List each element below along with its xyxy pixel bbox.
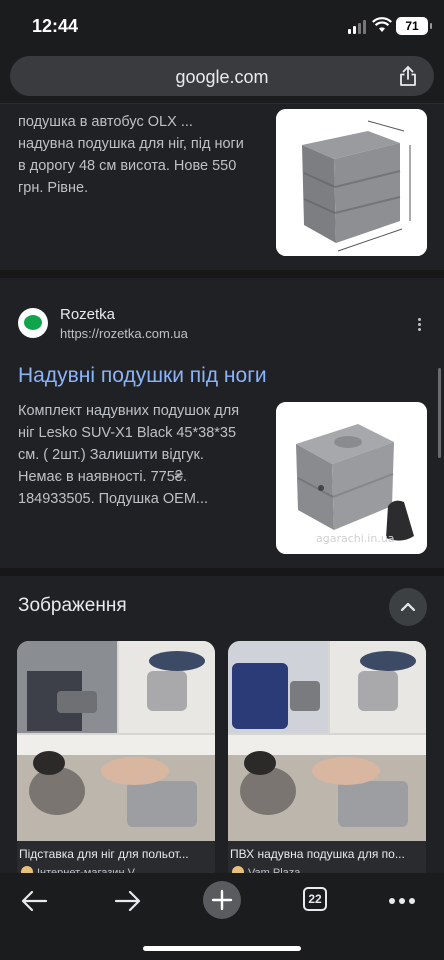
- chevron-up-icon: [400, 602, 416, 612]
- svg-text:agarachi.in.ua: agarachi.in.ua: [316, 532, 395, 545]
- search-result-olx[interactable]: подушка в автобус OLX ... надувна подушк…: [0, 105, 444, 270]
- result-source-url: https://rozetka.com.ua: [60, 326, 188, 341]
- status-bar: 12:44 71: [0, 0, 444, 52]
- clock: 12:44: [32, 16, 79, 36]
- images-section-title: Зображення: [18, 595, 127, 616]
- address-bar-container: google.com: [0, 52, 444, 104]
- address-bar[interactable]: google.com: [10, 56, 434, 96]
- divider: [0, 568, 444, 576]
- result-snippet: Комплект надувних подушок для ніг Lesko …: [18, 403, 240, 507]
- home-indicator[interactable]: [143, 946, 301, 951]
- image-result[interactable]: ПВХ надувна подушка для по... Vam Plaza: [228, 641, 426, 881]
- cellular-signal-icon: [348, 20, 366, 34]
- scroll-indicator[interactable]: [438, 368, 441, 458]
- share-icon[interactable]: [398, 65, 418, 87]
- collapse-button[interactable]: [389, 588, 427, 626]
- back-arrow-icon[interactable]: [20, 889, 48, 913]
- airplane-footrest-image: [228, 641, 426, 841]
- image-caption: Підставка для ніг для польот...: [19, 847, 189, 861]
- airplane-footrest-image: [17, 641, 215, 841]
- wifi-icon: [372, 17, 392, 32]
- battery-icon: 71: [396, 17, 432, 35]
- new-tab-button[interactable]: [203, 881, 241, 919]
- result-thumbnail[interactable]: agarachi.in.ua: [276, 402, 427, 554]
- forward-arrow-icon[interactable]: [114, 889, 142, 913]
- tab-switcher-button[interactable]: 22: [303, 887, 327, 911]
- divider: [0, 270, 444, 278]
- image-result[interactable]: Підставка для ніг для польот... Інтернет…: [17, 641, 215, 881]
- result-source-name: Rozetka: [60, 306, 116, 323]
- plus-icon: [211, 889, 233, 911]
- image-caption: ПВХ надувна подушка для по...: [230, 847, 405, 861]
- more-options-icon[interactable]: [418, 318, 422, 333]
- result-thumbnail[interactable]: [276, 109, 427, 256]
- result-snippet: подушка в автобус OLX ... надувна подушк…: [18, 114, 244, 196]
- footrest-pillow-image: agarachi.in.ua: [276, 402, 427, 554]
- rozetka-logo: [18, 308, 48, 338]
- footrest-pillow-image: [276, 109, 427, 256]
- more-menu-icon[interactable]: [388, 897, 416, 905]
- result-title-link[interactable]: Надувні подушки під ноги: [18, 364, 267, 388]
- url-text: google.com: [175, 67, 269, 87]
